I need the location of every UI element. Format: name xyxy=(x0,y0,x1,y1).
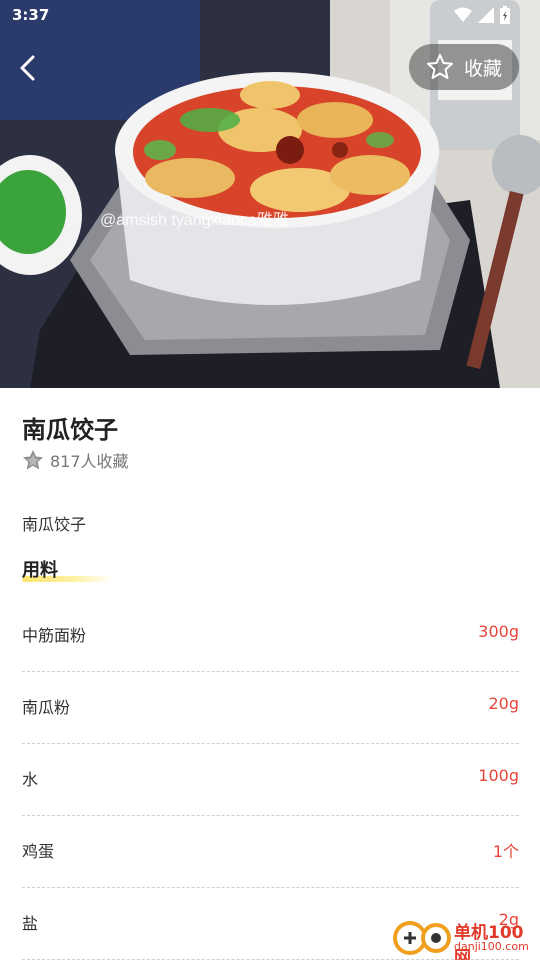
star-badge-icon xyxy=(23,450,43,470)
recipe-title: 南瓜饺子 xyxy=(22,416,118,444)
favorite-button[interactable]: 收藏 xyxy=(409,44,519,90)
ingredient-amount: 20g xyxy=(488,694,519,713)
favorite-button-label: 收藏 xyxy=(463,57,502,80)
status-icons xyxy=(454,6,510,24)
ingredient-name: 南瓜粉 xyxy=(22,698,71,717)
ingredient-name: 中筋面粉 xyxy=(22,626,87,645)
ingredient-row: 南瓜粉 20g xyxy=(22,672,519,744)
ingredient-name: 水 xyxy=(22,770,39,789)
star-outline-icon xyxy=(426,54,453,79)
danji-logo-icon xyxy=(393,921,451,955)
watermark-site-url: danji100.com xyxy=(454,940,529,953)
signal-icon xyxy=(478,7,494,23)
ingredients-heading: 用料 xyxy=(22,556,58,582)
back-button[interactable] xyxy=(8,48,48,88)
ingredient-name: 盐 xyxy=(22,914,39,933)
status-time: 3:37 xyxy=(12,6,50,24)
ingredient-row: 中筋面粉 300g xyxy=(22,600,519,672)
recipe-detail-screen: @amsish tyangxiaoca雅雅 3:37 收藏 南瓜饺子 817人收… xyxy=(0,0,540,960)
ingredients-heading-label: 用料 xyxy=(22,560,58,581)
site-watermark: 单机100网 danji100.com xyxy=(392,912,540,960)
ingredients-list: 中筋面粉 300g 南瓜粉 20g 水 100g 鸡蛋 1个 盐 2g xyxy=(22,600,519,960)
chevron-left-icon xyxy=(20,55,35,81)
recipe-hero-photo: @amsish tyangxiaoca雅雅 3:37 收藏 xyxy=(0,0,540,388)
favorite-count-text: 817人收藏 xyxy=(50,452,129,471)
ingredient-amount: 100g xyxy=(478,766,519,785)
watermark-site-name: 单机100网 xyxy=(454,923,524,960)
status-bar: 3:37 xyxy=(0,0,540,32)
photo-watermark: @amsish tyangxiaoca雅雅 xyxy=(100,211,289,229)
ingredient-row: 水 100g xyxy=(22,744,519,816)
ingredient-amount: 1个 xyxy=(492,842,519,861)
ingredient-name: 鸡蛋 xyxy=(22,842,55,861)
ingredient-row: 鸡蛋 1个 xyxy=(22,816,519,888)
battery-icon xyxy=(500,6,510,24)
favorite-count-row: 817人收藏 xyxy=(22,448,129,472)
wifi-icon xyxy=(454,7,472,22)
ingredient-amount: 300g xyxy=(478,622,519,641)
recipe-description: 南瓜饺子 xyxy=(22,515,87,534)
